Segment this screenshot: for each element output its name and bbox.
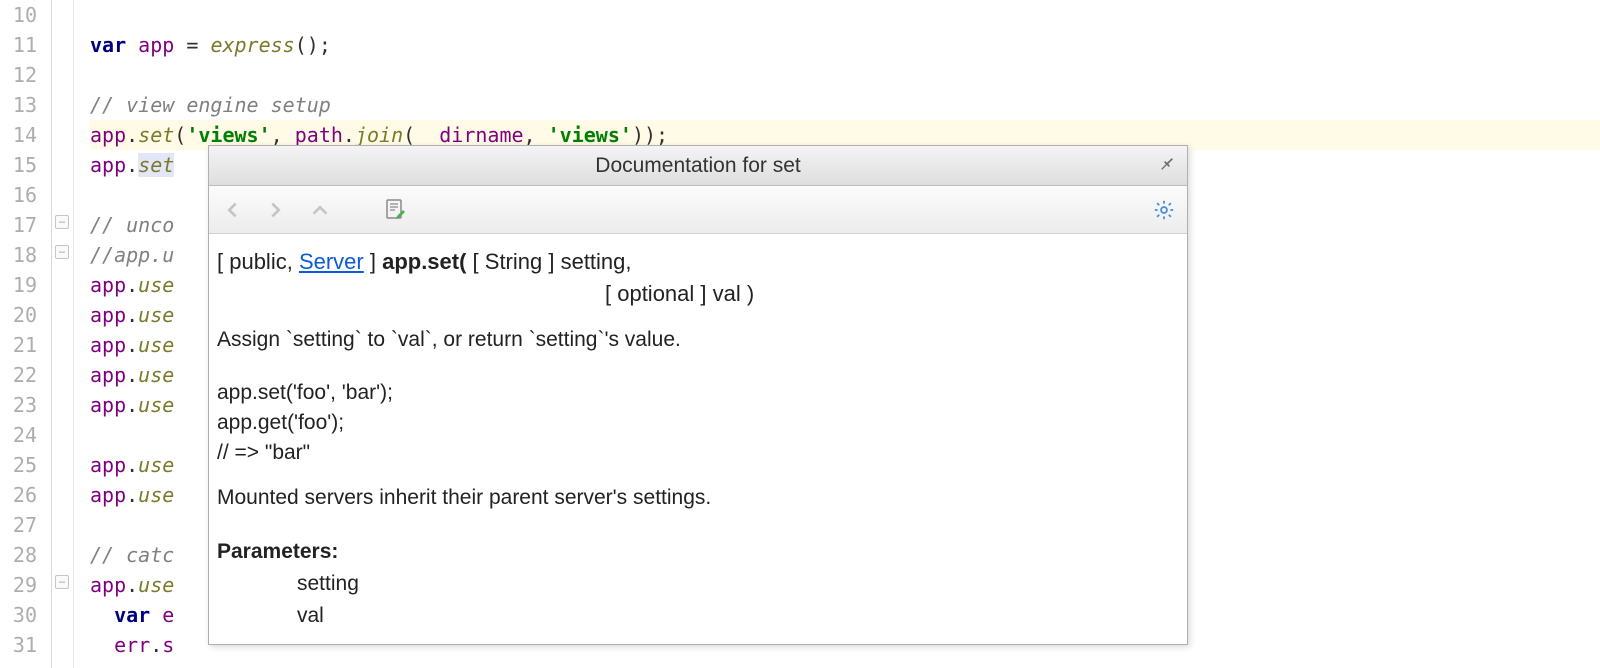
doc-popup-titlebar[interactable]: Documentation for set [209, 146, 1187, 186]
line-number: 17 [0, 210, 37, 240]
line-number: 26 [0, 480, 37, 510]
line-number: 22 [0, 360, 37, 390]
doc-example-line: app.get('foo'); [217, 408, 1179, 438]
code-line[interactable] [90, 60, 1600, 90]
doc-example-line: // => "bar" [217, 438, 1179, 468]
line-number: 27 [0, 510, 37, 540]
sig-type-link[interactable]: Server [299, 249, 364, 274]
line-number: 25 [0, 450, 37, 480]
doc-param-item: setting [217, 568, 1179, 600]
line-number: 28 [0, 540, 37, 570]
documentation-popup: Documentation for set [ public, Server ]… [208, 145, 1188, 645]
doc-signature: [ public, Server ] app.set( [ String ] s… [217, 246, 1179, 278]
line-number: 11 [0, 30, 37, 60]
fold-marker[interactable]: − [55, 215, 69, 229]
doc-popup-title: Documentation for set [595, 154, 800, 178]
sig-bracket-close: ] [364, 249, 382, 274]
sig-call: app.set( [382, 249, 466, 274]
line-number-gutter: 1011121314151617181920212223242526272829… [0, 0, 52, 668]
line-number: 24 [0, 420, 37, 450]
pin-icon[interactable] [1157, 154, 1177, 180]
line-number: 19 [0, 270, 37, 300]
line-number: 16 [0, 180, 37, 210]
line-number: 10 [0, 0, 37, 30]
sig-modifiers: [ public, [217, 249, 299, 274]
gear-icon[interactable] [1151, 197, 1177, 223]
fold-marker[interactable]: − [55, 575, 69, 589]
doc-note: Mounted servers inherit their parent ser… [217, 482, 1179, 514]
line-number: 21 [0, 330, 37, 360]
line-number: 18 [0, 240, 37, 270]
line-number: 23 [0, 390, 37, 420]
line-number: 14 [0, 120, 37, 150]
code-line[interactable] [90, 0, 1600, 30]
doc-parameters-heading: Parameters: [217, 536, 1179, 568]
line-number: 13 [0, 90, 37, 120]
edit-source-icon[interactable] [383, 197, 409, 223]
sig-param-2: [ optional ] val ) [217, 278, 1179, 310]
line-number: 31 [0, 630, 37, 660]
doc-param-item: val [217, 600, 1179, 632]
doc-example: app.set('foo', 'bar'); app.get('foo'); /… [217, 378, 1179, 468]
code-line[interactable]: // view engine setup [90, 90, 1600, 120]
doc-toolbar [209, 186, 1187, 234]
sig-param-1: [ String ] setting, [466, 249, 631, 274]
forward-icon[interactable] [263, 197, 289, 223]
code-line[interactable]: var app = express(); [90, 30, 1600, 60]
fold-marker[interactable]: − [55, 245, 69, 259]
up-icon[interactable] [307, 197, 333, 223]
line-number: 29 [0, 570, 37, 600]
line-number: 12 [0, 60, 37, 90]
line-number: 15 [0, 150, 37, 180]
back-icon[interactable] [219, 197, 245, 223]
doc-body: [ public, Server ] app.set( [ String ] s… [209, 234, 1187, 644]
line-number: 30 [0, 600, 37, 630]
fold-column: − − − [52, 0, 74, 668]
line-number: 20 [0, 300, 37, 330]
doc-description: Assign `setting` to `val`, or return `se… [217, 324, 1179, 356]
doc-example-line: app.set('foo', 'bar'); [217, 378, 1179, 408]
